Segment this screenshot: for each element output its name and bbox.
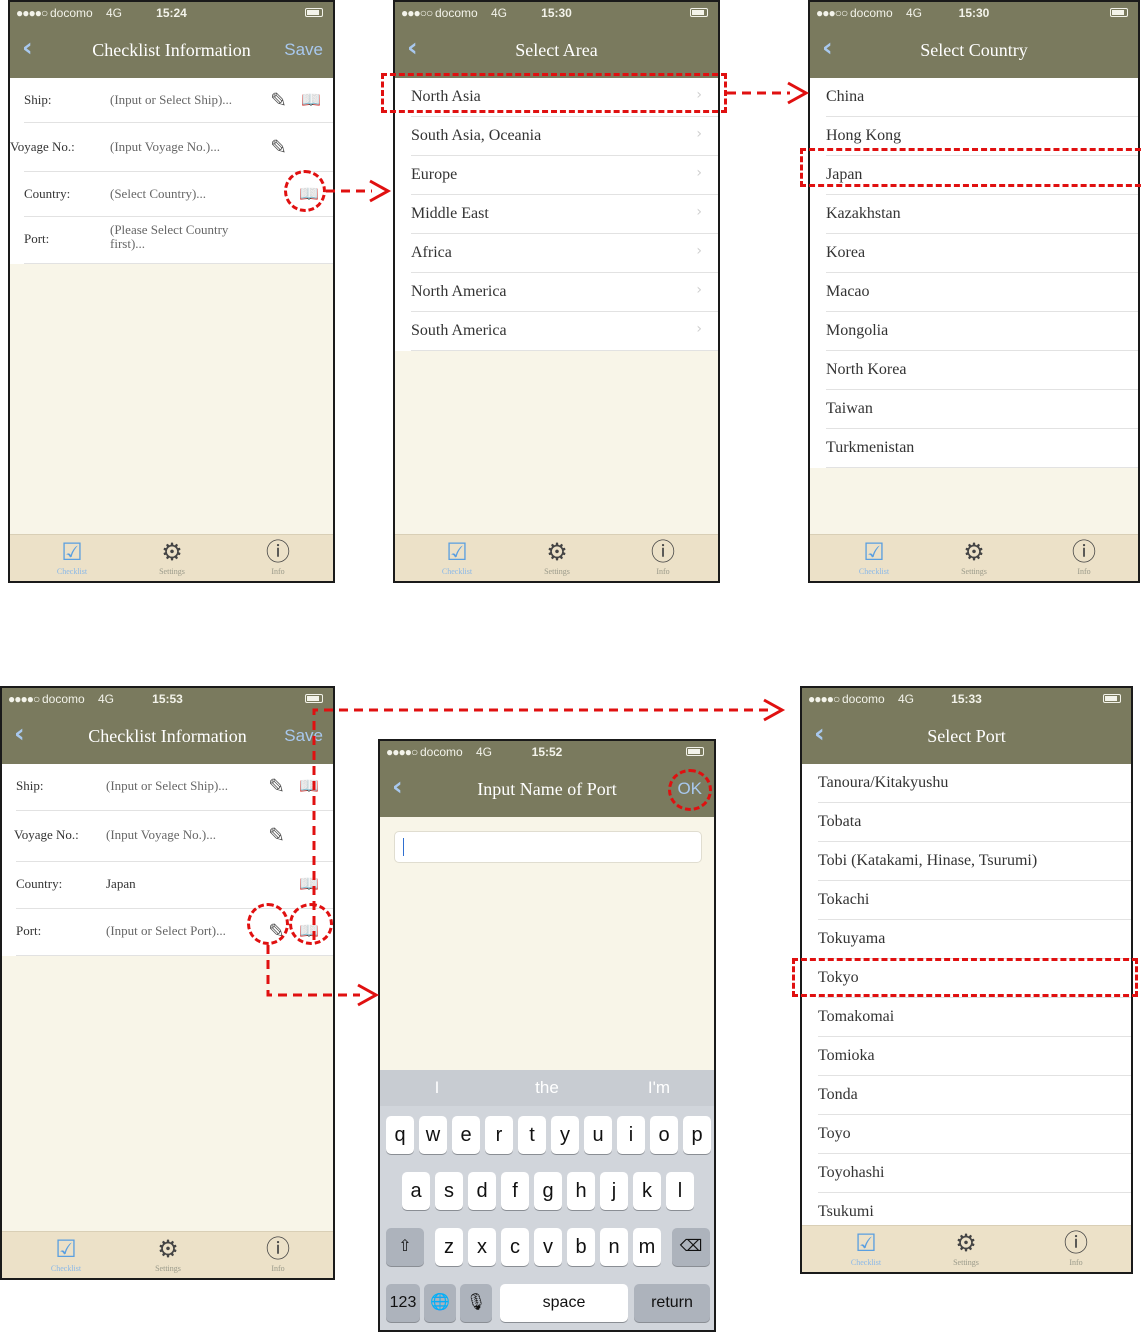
arrow-to-select-port xyxy=(312,708,768,940)
arrow-to-input-port xyxy=(266,945,360,997)
flow-arrows xyxy=(266,81,810,1007)
arrowhead xyxy=(369,179,392,203)
arrowhead xyxy=(787,81,810,105)
arrowhead xyxy=(357,983,380,1007)
